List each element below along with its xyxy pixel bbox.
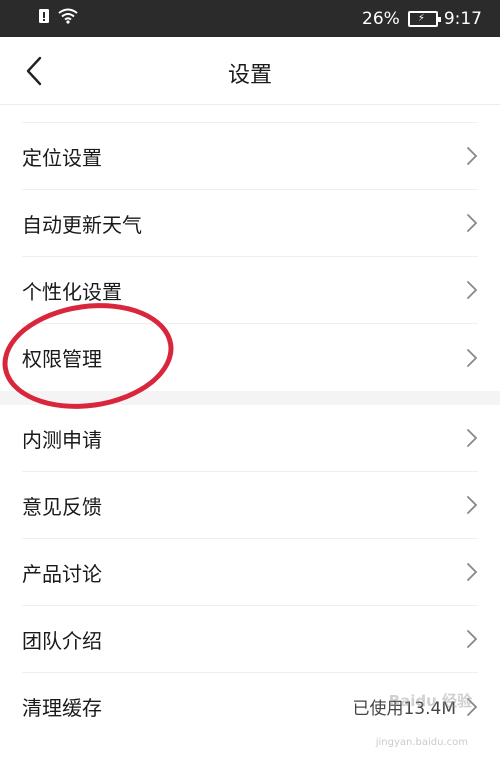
setting-row-permissions[interactable]: 权限管理: [22, 324, 478, 391]
setting-label: 意见反馈: [22, 494, 102, 519]
setting-row-location[interactable]: 定位设置: [22, 123, 478, 190]
chevron-right-icon: [467, 214, 478, 232]
setting-row-auto-update-weather[interactable]: 自动更新天气: [22, 190, 478, 257]
setting-label: 定位设置: [22, 145, 102, 170]
battery-icon: ⚡: [407, 10, 441, 27]
chevron-right-icon: [467, 496, 478, 514]
chevron-right-icon: [467, 563, 478, 581]
cache-size-value: 已使用13.4M: [352, 699, 456, 719]
chevron-right-icon: [467, 147, 478, 165]
status-left: [38, 8, 78, 29]
sim-alert-icon: [38, 8, 50, 29]
status-right: 26% ⚡ 9:17: [362, 9, 482, 29]
chevron-right-icon: [467, 630, 478, 648]
setting-row-beta-apply[interactable]: 内测申请: [22, 405, 478, 472]
setting-row-personalization[interactable]: 个性化设置: [22, 257, 478, 324]
settings-group-1: 定位设置 自动更新天气 个性化设置 权限管理: [0, 123, 500, 391]
nav-bar: 设置: [0, 37, 500, 105]
status-bar: 26% ⚡ 9:17: [0, 0, 500, 37]
status-time: 9:17: [443, 8, 482, 29]
chevron-right-icon: [467, 429, 478, 447]
chevron-right-icon: [467, 348, 478, 367]
setting-label: 内测申请: [22, 427, 102, 452]
setting-label: 产品讨论: [22, 561, 102, 586]
setting-label: 自动更新天气: [22, 212, 142, 237]
settings-group-2: 内测申请 意见反馈 产品讨论 团队介绍 清理缓存 已使用13.4M: [0, 405, 500, 740]
setting-row-clear-cache[interactable]: 清理缓存 已使用13.4M: [22, 673, 478, 740]
chevron-right-icon: [467, 697, 478, 716]
setting-label: 权限管理: [22, 347, 102, 371]
setting-row-product-discussion[interactable]: 产品讨论: [22, 539, 478, 606]
battery-percent: 26%: [362, 8, 400, 29]
wifi-icon: [58, 8, 78, 29]
section-separator: [0, 391, 500, 405]
setting-label: 个性化设置: [22, 279, 122, 304]
setting-row-team-intro[interactable]: 团队介绍: [22, 606, 478, 673]
setting-label: 团队介绍: [22, 628, 102, 653]
page-title: 设置: [227, 63, 272, 88]
setting-label: 清理缓存: [22, 696, 102, 720]
setting-row-feedback[interactable]: 意见反馈: [22, 472, 478, 539]
chevron-right-icon: [467, 281, 478, 299]
